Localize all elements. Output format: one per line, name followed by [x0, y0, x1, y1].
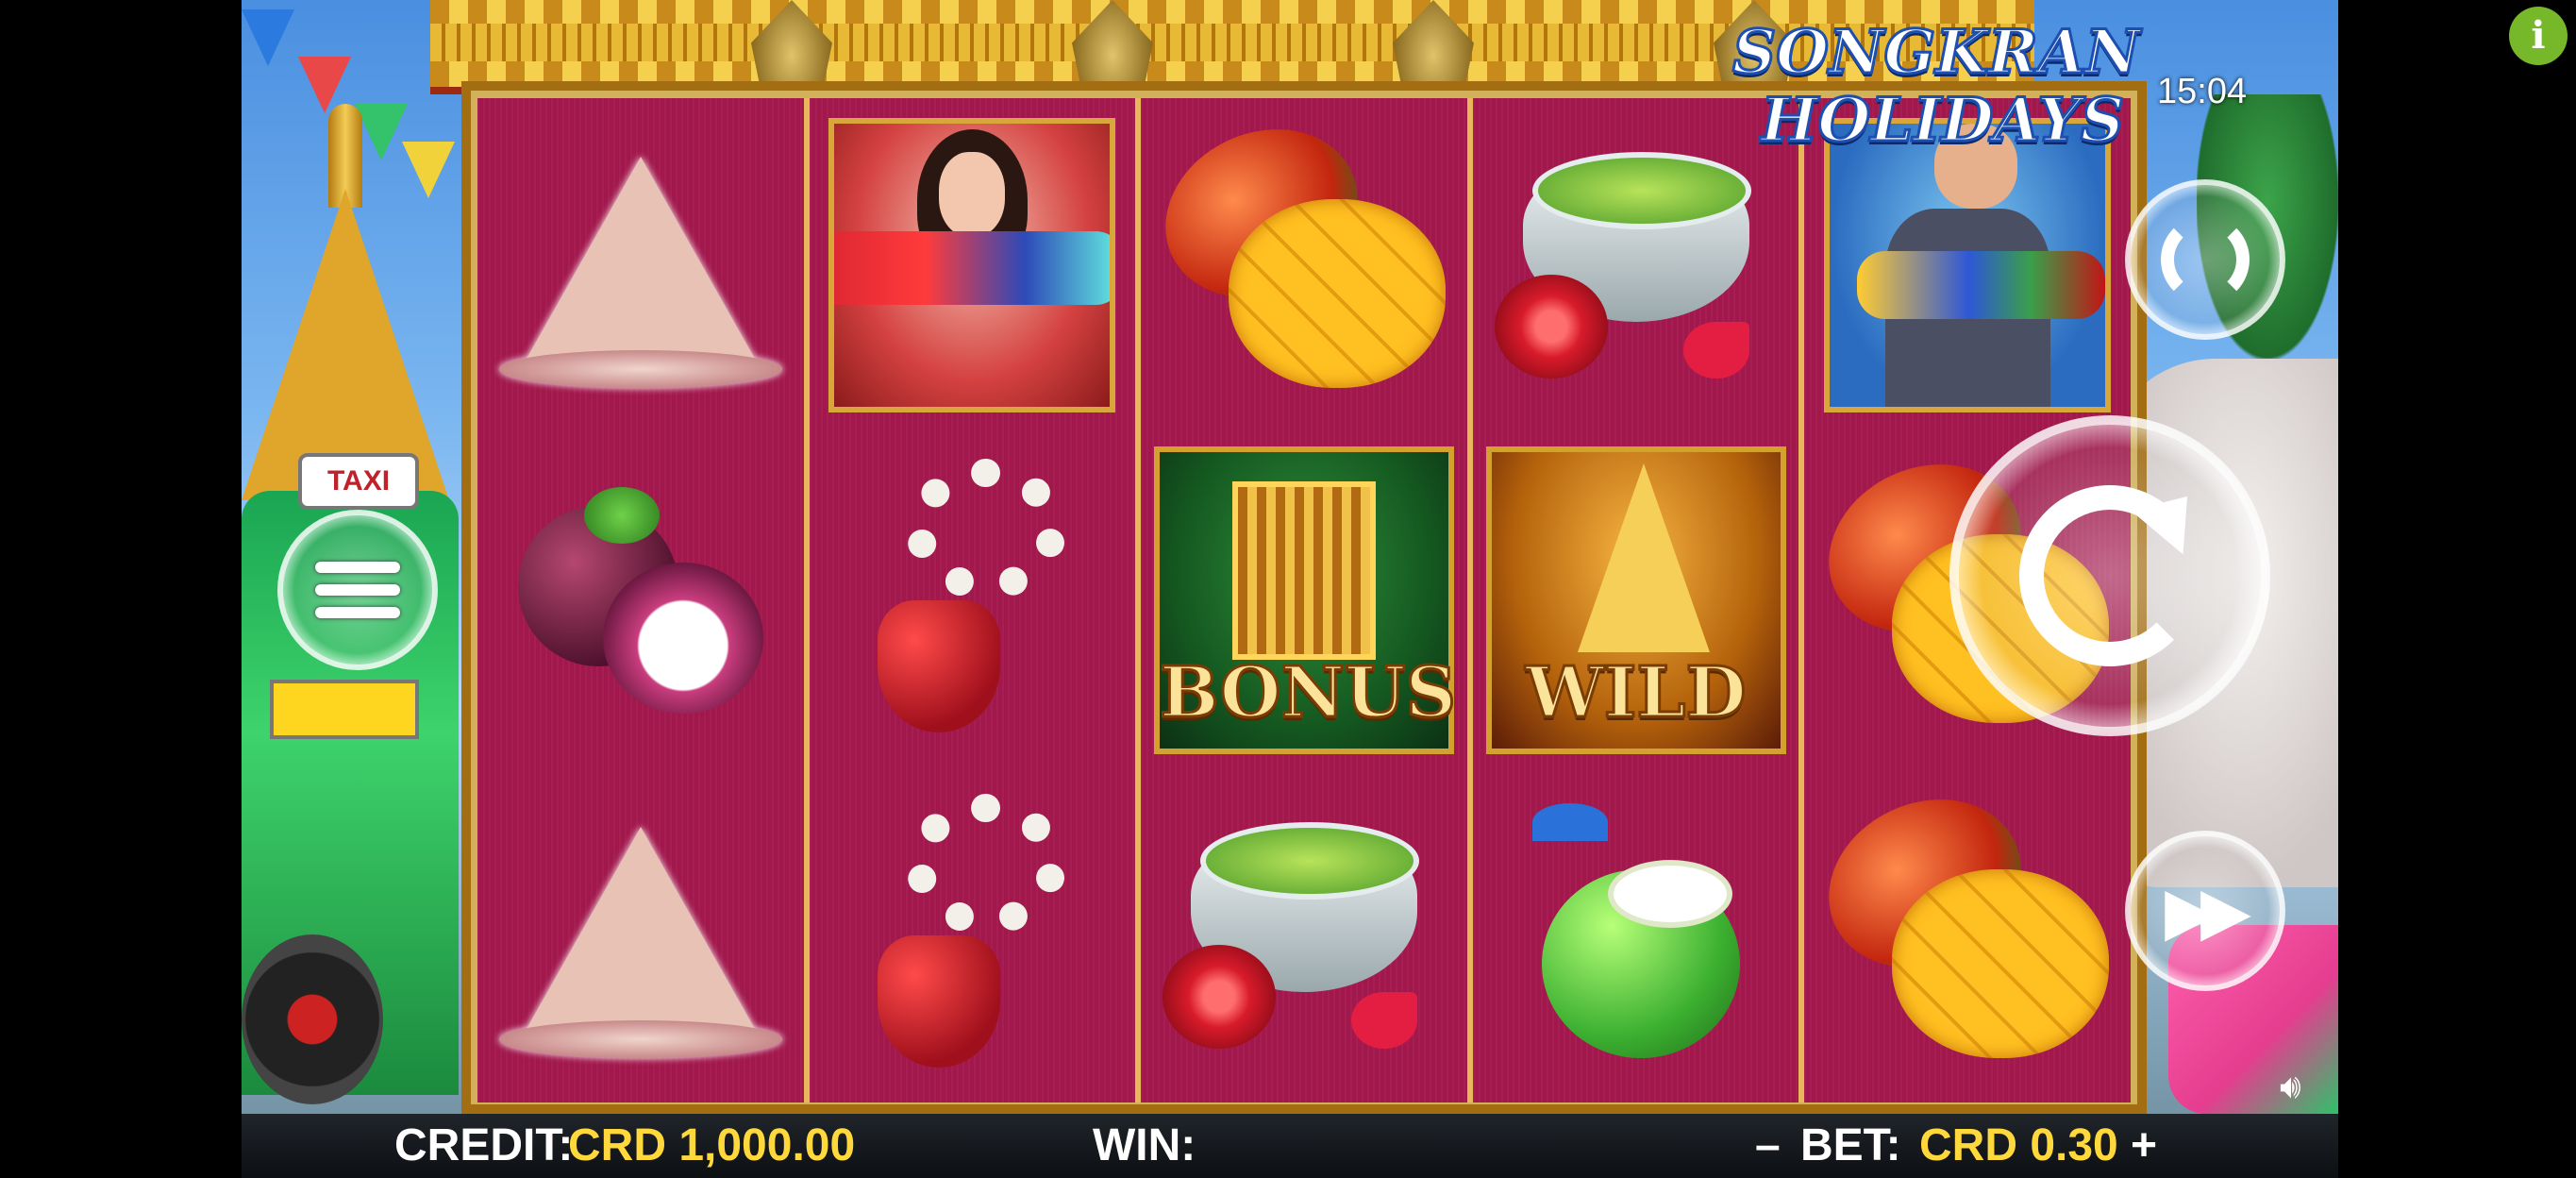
bonus-tile: BONUS — [1154, 446, 1458, 755]
flower-bowl-icon — [1494, 143, 1778, 388]
mango-icon — [1801, 768, 2110, 1068]
reel-3: BONUS — [1137, 98, 1467, 1102]
tuktuk-wheel — [242, 934, 383, 1104]
symbol-mangosteen — [477, 433, 804, 768]
info-button[interactable]: i — [2509, 7, 2568, 65]
bet-value: CRD 0.30 — [1919, 1120, 2118, 1170]
bonus-label: BONUS — [1159, 651, 1458, 735]
symbol-flower-garland — [810, 767, 1136, 1102]
wild-label: WILD — [1524, 651, 1748, 735]
menu-button[interactable] — [277, 510, 438, 670]
taxi-sign: TAXI — [298, 453, 419, 510]
mangosteen-icon — [517, 486, 763, 714]
bet-increase-button[interactable]: + — [2131, 1121, 2157, 1170]
symbol-woman-water-gun — [810, 98, 1136, 433]
symbol-mango — [1801, 767, 2131, 1102]
reel-4: WILD — [1472, 98, 1799, 1102]
temple-door-icon — [1231, 481, 1377, 660]
flower-garland-icon — [878, 793, 1067, 1077]
bet-decrease-button[interactable]: – — [1755, 1121, 1781, 1170]
pagoda-hat-icon — [498, 826, 782, 1058]
status-bar: CREDIT: CRD 1,000.00 WIN: – BET: CRD 0.3… — [242, 1114, 2338, 1178]
spin-button[interactable] — [1949, 415, 2270, 736]
flag — [242, 9, 294, 66]
woman-water-gun-icon — [828, 118, 1116, 413]
symbol-mango — [1137, 98, 1467, 433]
turbo-button[interactable]: ▶▶ — [2125, 831, 2285, 991]
reel-2 — [809, 98, 1136, 1102]
symbol-flower-bowl — [1141, 767, 1467, 1102]
coconut-icon — [1523, 802, 1749, 1068]
reel-1 — [477, 98, 804, 1102]
temple-icon — [1578, 463, 1711, 653]
symbol-wild: WILD — [1473, 433, 1799, 768]
hamburger-icon — [315, 550, 400, 630]
credit-value: CRD 1,000.00 — [568, 1120, 856, 1170]
fast-forward-icon: ▶▶ — [2165, 874, 2251, 948]
autoplay-icon — [2160, 214, 2250, 305]
tuktuk-plate — [270, 680, 419, 739]
speaker-icon[interactable]: 🔊︎ — [2280, 1067, 2301, 1107]
reel-grid: BONUS WILD — [477, 98, 2131, 1102]
autoplay-button[interactable] — [2125, 179, 2285, 340]
wild-tile: WILD — [1485, 446, 1786, 755]
game-canvas: TAXI BONUS WILD SONGKRAN HOLIDAYS 15:04 … — [242, 0, 2338, 1178]
symbol-pagoda-hat — [477, 98, 804, 433]
mango-icon — [1137, 98, 1446, 397]
symbol-pagoda-hat — [477, 767, 804, 1102]
symbol-coconut — [1473, 767, 1799, 1102]
symbol-bonus: BONUS — [1141, 433, 1467, 768]
win-label: WIN: — [1093, 1120, 1196, 1170]
logo-line-2: HOLIDAYS — [1760, 85, 2126, 156]
bet-label: BET: — [1800, 1120, 1901, 1170]
spin-icon — [2019, 485, 2200, 666]
flower-bowl-icon — [1162, 813, 1446, 1058]
game-logo: SONGKRAN HOLIDAYS — [1731, 17, 2142, 170]
clock: 15:04 — [2157, 72, 2248, 111]
symbol-flower-garland — [810, 433, 1136, 768]
pagoda-hat-icon — [498, 157, 782, 389]
logo-line-1: SONGKRAN — [1731, 17, 2142, 88]
credit-label: CREDIT: — [394, 1120, 574, 1170]
flag — [355, 104, 408, 160]
flower-garland-icon — [878, 458, 1067, 742]
